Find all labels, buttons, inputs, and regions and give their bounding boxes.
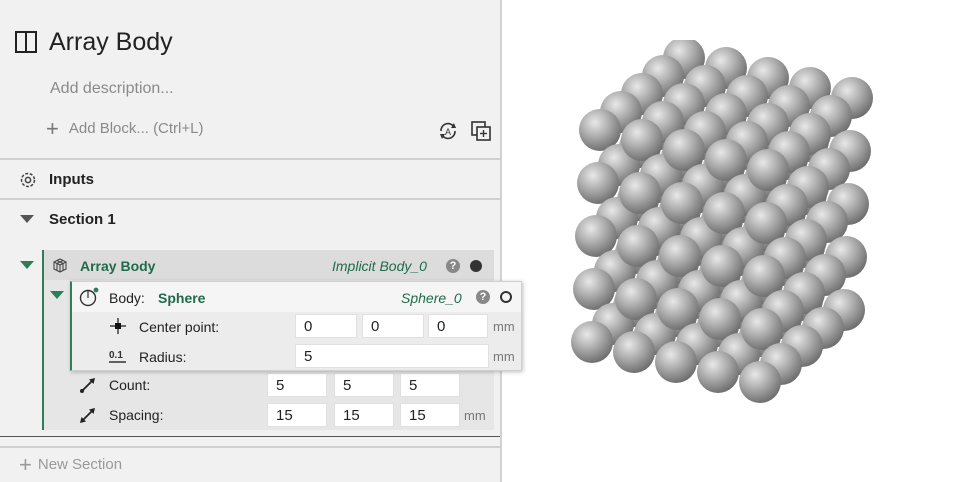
radius-input[interactable]: 5 bbox=[295, 344, 489, 368]
svg-text:0.1: 0.1 bbox=[109, 350, 123, 361]
count-y-input[interactable]: 5 bbox=[334, 373, 394, 397]
count-z-input[interactable]: 5 bbox=[400, 373, 460, 397]
new-section-label: New Section bbox=[37, 456, 123, 473]
spacing-icon bbox=[80, 408, 95, 423]
count-x-input[interactable]: 5 bbox=[267, 373, 327, 397]
svg-text:A: A bbox=[445, 127, 451, 137]
divider bbox=[0, 446, 500, 448]
center-y-input[interactable]: 0 bbox=[362, 314, 424, 338]
array-body-header[interactable]: Array Body Implicit Body_0 ? bbox=[44, 250, 494, 280]
output-dot-icon[interactable] bbox=[470, 260, 482, 272]
sphere-body-header[interactable]: Body: Sphere Sphere_0 ? bbox=[72, 282, 521, 312]
spacing-x-input[interactable]: 15 bbox=[267, 403, 327, 427]
chevron-down-icon[interactable] bbox=[50, 291, 64, 299]
sphere-icon bbox=[79, 287, 99, 307]
sphere bbox=[571, 321, 613, 363]
radius-label: Radius: bbox=[139, 349, 187, 365]
array-grid-icon bbox=[53, 258, 67, 273]
3d-viewport[interactable] bbox=[540, 40, 980, 482]
panel-icon[interactable] bbox=[15, 31, 37, 53]
output-dot-icon[interactable] bbox=[500, 291, 512, 303]
sphere bbox=[697, 351, 739, 393]
help-icon[interactable]: ? bbox=[446, 259, 460, 273]
body-label: Body: bbox=[109, 290, 145, 306]
array-body-title: Array Body bbox=[80, 258, 156, 274]
chevron-down-icon[interactable] bbox=[20, 261, 34, 269]
radius-icon: 0.1 bbox=[109, 350, 126, 363]
sphere-array bbox=[571, 40, 873, 403]
center-point-label: Center point: bbox=[139, 319, 220, 335]
sphere-body-block: Body: Sphere Sphere_0 ? Center point: 0 … bbox=[70, 281, 522, 371]
center-x-input[interactable]: 0 bbox=[295, 314, 357, 338]
body-type-select[interactable]: Sphere bbox=[158, 290, 205, 306]
properties-panel: Array Body Add description... + Add Bloc… bbox=[0, 0, 522, 482]
center-point-unit: mm bbox=[493, 319, 515, 334]
divider bbox=[0, 436, 500, 437]
section-label: Section 1 bbox=[49, 211, 116, 228]
sphere bbox=[655, 341, 697, 383]
refresh-a-icon[interactable]: A bbox=[437, 120, 459, 142]
spacing-label: Spacing: bbox=[109, 407, 164, 423]
copy-icon[interactable] bbox=[470, 120, 492, 142]
center-z-input[interactable]: 0 bbox=[428, 314, 488, 338]
radius-unit: mm bbox=[493, 349, 515, 364]
count-label: Count: bbox=[109, 377, 151, 393]
sphere bbox=[613, 331, 655, 373]
plus-icon: + bbox=[46, 115, 59, 141]
add-block-button[interactable]: + Add Block... (Ctrl+L) bbox=[46, 115, 204, 141]
spacing-y-input[interactable]: 15 bbox=[334, 403, 394, 427]
section-header[interactable]: Section 1 bbox=[0, 200, 500, 238]
plus-icon: + bbox=[19, 451, 32, 477]
chevron-down-icon[interactable] bbox=[20, 215, 34, 223]
spacing-z-input[interactable]: 15 bbox=[400, 403, 460, 427]
sphere bbox=[739, 361, 781, 403]
inputs-row[interactable]: Inputs bbox=[0, 160, 500, 198]
gear-icon bbox=[20, 172, 36, 188]
spacing-unit: mm bbox=[464, 408, 486, 423]
sphere-output-name: Sphere_0 bbox=[401, 290, 462, 306]
count-icon bbox=[80, 378, 95, 393]
array-output-name: Implicit Body_0 bbox=[332, 258, 427, 274]
description-input[interactable]: Add description... bbox=[50, 80, 174, 98]
new-section-button[interactable]: + New Section bbox=[19, 451, 123, 477]
help-icon[interactable]: ? bbox=[476, 290, 490, 304]
add-block-label: Add Block... (Ctrl+L) bbox=[68, 120, 204, 137]
inputs-label: Inputs bbox=[49, 171, 94, 188]
header: Array Body Add description... + Add Bloc… bbox=[0, 0, 500, 158]
center-point-icon bbox=[110, 318, 126, 334]
page-title: Array Body bbox=[49, 28, 173, 56]
